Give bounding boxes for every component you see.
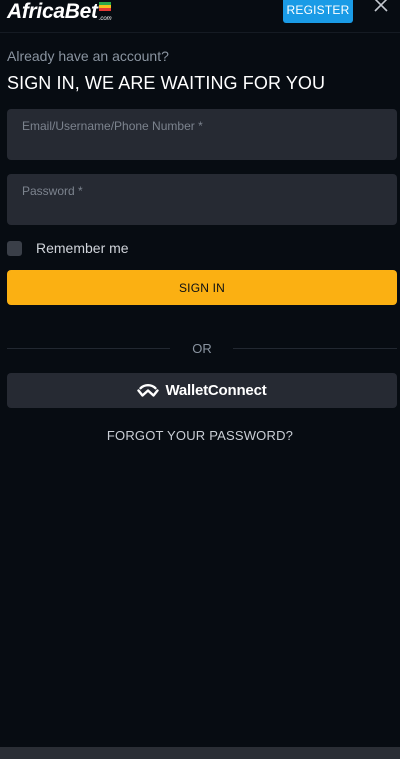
remember-me[interactable]: Remember me	[7, 239, 129, 257]
password-input[interactable]	[22, 200, 382, 220]
close-icon[interactable]	[370, 0, 392, 16]
email-field[interactable]: Email/Username/Phone Number *	[7, 109, 397, 160]
walletconnect-button[interactable]: WalletConnect	[7, 373, 397, 408]
logo[interactable]: AfricaBet .com	[7, 0, 112, 24]
login-subtitle: Already have an account?	[7, 48, 169, 64]
divider-right	[233, 348, 397, 349]
walletconnect-icon	[137, 383, 160, 397]
password-field[interactable]: Password *	[7, 174, 397, 225]
remember-checkbox[interactable]	[7, 240, 22, 256]
or-divider: OR	[7, 341, 397, 357]
password-field-label: Password *	[22, 184, 83, 198]
register-button[interactable]: REGISTER	[283, 0, 353, 23]
logo-text: AfricaBet	[7, 0, 98, 23]
email-input[interactable]	[22, 135, 382, 155]
logo-suffix: .com	[98, 16, 112, 22]
walletconnect-label: WalletConnect	[165, 382, 267, 399]
header: AfricaBet .com REGISTER	[0, 0, 400, 33]
forgot-password-link[interactable]: FORGOT YOUR PASSWORD?	[0, 428, 400, 443]
page-title: SIGN IN, WE ARE WAITING FOR YOU	[7, 73, 326, 93]
bottom-bar	[0, 747, 400, 759]
sign-in-button[interactable]: SIGN IN	[7, 270, 397, 305]
remember-label: Remember me	[36, 240, 129, 256]
email-field-label: Email/Username/Phone Number *	[22, 119, 203, 133]
flag-icon	[98, 2, 111, 11]
